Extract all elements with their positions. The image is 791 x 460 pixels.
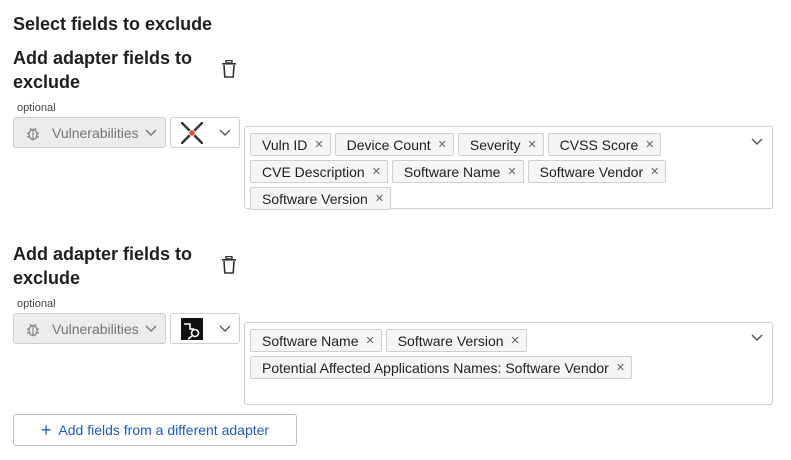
chip-label: CVE Description [262,163,365,180]
adapter-section-2: Add adapter fields to exclude optional V… [13,242,783,406]
fields-multiselect[interactable]: Software Name ✕ Software Version ✕ Potenti… [244,322,773,405]
chip-label: Software Name [403,163,501,180]
section-title: Add adapter fields to exclude [13,48,193,92]
chip-label: Vuln ID [262,136,308,153]
field-chip: Potential Affected Applications Names: S… [250,356,633,379]
remove-chip-icon[interactable]: ✕ [438,138,447,151]
chevron-down-icon [219,129,231,136]
adapter-select[interactable] [170,117,240,148]
field-chip: Vuln ID ✕ [250,133,331,156]
remove-chip-icon[interactable]: ✕ [511,334,520,347]
page-title: Select fields to exclude [13,14,213,34]
chip-label: Potential Affected Applications Names: S… [262,359,609,376]
field-chip: Severity ✕ [457,133,544,156]
chevron-down-icon [219,325,231,332]
chevron-down-icon [751,334,763,341]
plus-icon: + [40,420,52,440]
adapter-select[interactable] [170,313,240,344]
remove-chip-icon[interactable]: ✕ [650,165,659,178]
chip-label: Severity [469,136,521,153]
field-chip: Software Vendor ✕ [527,160,667,183]
remove-chip-icon[interactable]: ✕ [372,165,381,178]
chip-label: Software Vendor [539,163,644,180]
chip-label: Software Version [397,332,504,349]
delete-section-button[interactable] [219,59,239,79]
field-chip: Software Version ✕ [385,329,527,352]
remove-chip-icon[interactable]: ✕ [645,138,654,151]
adapter-section-1: Add adapter fields to exclude optional V… [13,46,783,210]
field-chip: Software Version ✕ [250,187,392,210]
chip-label: Software Name [262,332,359,349]
fields-multiselect[interactable]: Vuln ID ✕ Device Count ✕ Severity ✕ CVSS Sc… [244,126,773,210]
remove-chip-icon[interactable]: ✕ [507,165,516,178]
add-adapter-fields-button[interactable]: + Add fields from a different adapter [13,414,297,446]
field-chip: Software Name ✕ [250,329,382,352]
entity-select[interactable]: Vulnerabilities [13,117,166,148]
field-chip: CVE Description ✕ [250,160,388,183]
remove-chip-icon[interactable]: ✕ [314,138,323,151]
optional-label: optional [17,102,56,114]
section-title: Add adapter fields to exclude [13,244,193,288]
remove-chip-icon[interactable]: ✕ [527,138,536,151]
chip-label: CVSS Score [559,136,639,153]
chevron-down-icon [145,325,157,332]
bug-icon [26,321,42,337]
chevron-down-icon [145,129,157,136]
add-adapter-label: Add fields from a different adapter [58,422,270,438]
remove-chip-icon[interactable]: ✕ [616,361,625,374]
field-chip: Device Count ✕ [334,133,454,156]
chevron-down-icon [751,138,763,145]
optional-label: optional [17,298,56,310]
remove-chip-icon[interactable]: ✕ [365,334,374,347]
bug-icon [26,125,42,141]
crosshair-logo-icon [181,121,203,144]
chip-label: Device Count [346,136,431,153]
field-chip: Software Name ✕ [391,160,524,183]
entity-select[interactable]: Vulnerabilities [13,313,166,344]
remove-chip-icon[interactable]: ✕ [375,192,384,205]
link-logo-icon [181,317,203,340]
trash-icon [222,256,236,274]
chip-label: Software Version [262,190,368,207]
trash-icon [222,60,236,78]
delete-section-button[interactable] [219,255,239,275]
field-chip: CVSS Score ✕ [547,133,662,156]
